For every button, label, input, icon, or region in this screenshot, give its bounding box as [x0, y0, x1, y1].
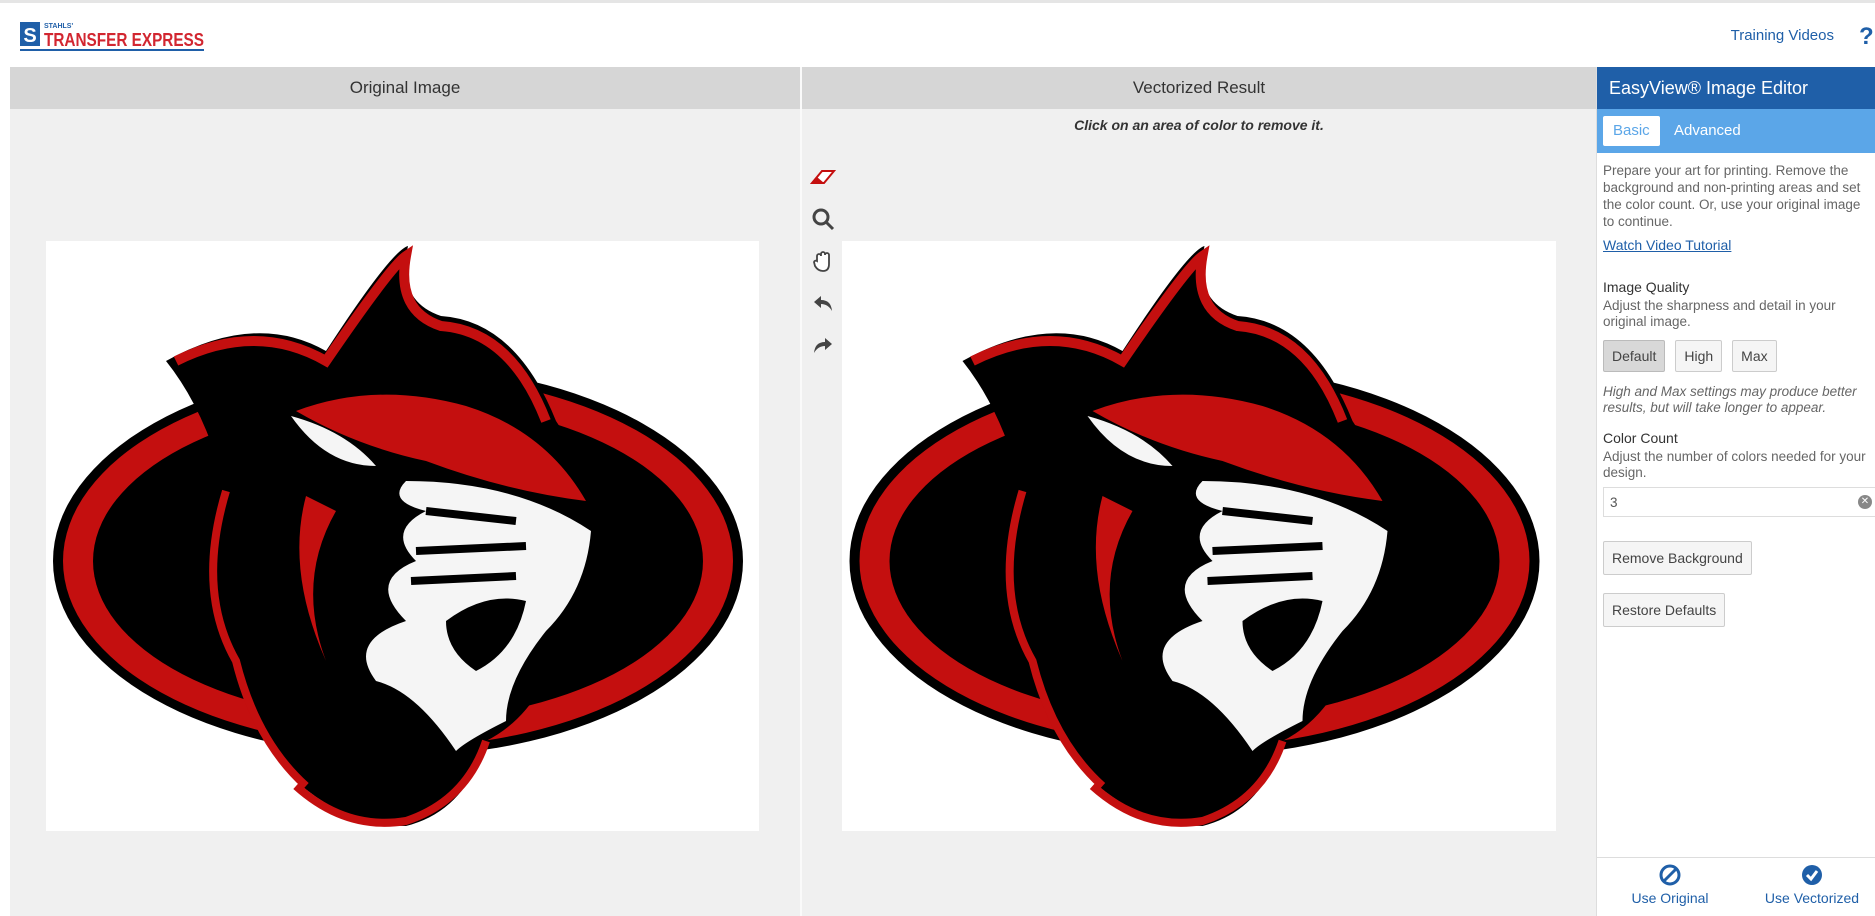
transfer-express-logo[interactable]: S STAHLS' TRANSFER EXPRESS [20, 20, 206, 54]
svg-text:STAHLS': STAHLS' [44, 23, 73, 30]
lion-logo-vectorized[interactable] [842, 241, 1556, 831]
editor-tabs: Basic Advanced [1597, 109, 1875, 153]
eraser-icon[interactable] [808, 162, 838, 192]
color-count-title: Color Count [1603, 430, 1678, 446]
use-original-button[interactable]: Use Original [1625, 864, 1715, 906]
remove-background-button[interactable]: Remove Background [1603, 541, 1752, 575]
clear-icon[interactable]: ✕ [1858, 495, 1872, 509]
original-image-pane: Original Image [10, 67, 800, 916]
tab-advanced[interactable]: Advanced [1664, 116, 1751, 146]
color-count-input[interactable] [1604, 488, 1875, 516]
image-quality-options: Default High Max [1603, 340, 1869, 372]
vectorized-result-title: Vectorized Result [802, 67, 1596, 109]
editor-title: EasyView® Image Editor [1597, 67, 1875, 109]
original-image-title: Original Image [10, 67, 800, 109]
quality-high-button[interactable]: High [1675, 340, 1723, 372]
ban-icon [1659, 864, 1681, 886]
undo-icon[interactable] [808, 288, 838, 318]
lion-logo-original [53, 245, 743, 827]
use-vectorized-label: Use Vectorized [1764, 890, 1860, 906]
quality-default-button[interactable]: Default [1603, 340, 1666, 372]
editor-intro: Prepare your art for printing. Remove th… [1603, 163, 1861, 229]
original-image-canvas [46, 241, 759, 831]
vectorized-result-pane: Vectorized Result Click on an area of co… [802, 67, 1596, 916]
color-count-desc: Adjust the number of colors needed for y… [1603, 449, 1866, 480]
image-quality-desc: Adjust the sharpness and detail in your … [1603, 298, 1836, 329]
image-toolbar [808, 162, 838, 372]
image-quality-note: High and Max settings may produce better… [1603, 384, 1857, 415]
restore-defaults-button[interactable]: Restore Defaults [1603, 593, 1726, 627]
zoom-icon[interactable] [808, 204, 838, 234]
color-removal-instruction: Click on an area of color to remove it. [1074, 117, 1324, 133]
help-icon[interactable]: ? [1859, 23, 1875, 51]
vectorized-image-canvas[interactable] [842, 241, 1556, 831]
editor-footer: Use Original Use Vectorized [1597, 857, 1875, 916]
svg-text:TRANSFER EXPRESS: TRANSFER EXPRESS [44, 30, 204, 50]
quality-max-button[interactable]: Max [1732, 340, 1777, 372]
use-original-label: Use Original [1631, 890, 1709, 906]
color-count-field: ✕ [1603, 487, 1875, 517]
use-vectorized-button[interactable]: Use Vectorized [1762, 864, 1862, 906]
redo-icon[interactable] [808, 330, 838, 360]
tab-basic[interactable]: Basic [1603, 116, 1660, 146]
image-quality-title: Image Quality [1603, 279, 1690, 295]
watch-video-tutorial-link[interactable]: Watch Video Tutorial [1603, 237, 1869, 253]
image-editor-panel: EasyView® Image Editor Basic Advanced Pr… [1596, 67, 1875, 916]
check-circle-icon [1802, 865, 1822, 885]
training-videos-link[interactable]: Training Videos [1731, 27, 1834, 44]
svg-text:S: S [23, 25, 36, 47]
hand-pan-icon[interactable] [808, 246, 838, 276]
app-header: S STAHLS' TRANSFER EXPRESS Training Vide… [0, 3, 1875, 67]
